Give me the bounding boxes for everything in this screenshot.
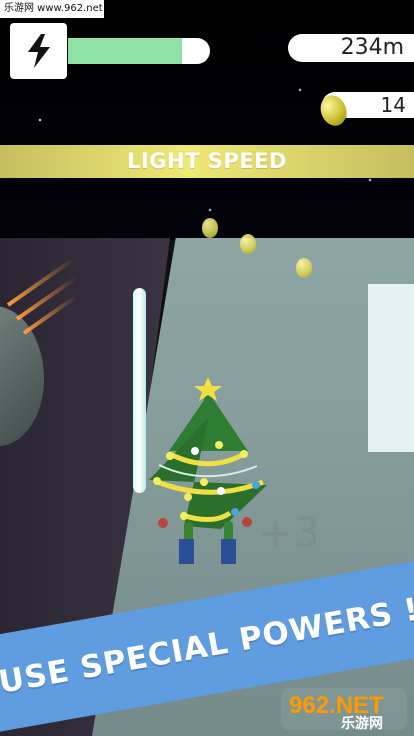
- obstacle-block: [368, 284, 414, 452]
- light-speed-banner: LIGHT SPEED: [0, 145, 414, 178]
- lightning-bolt-icon: [27, 34, 50, 68]
- christmas-tree-player: [149, 377, 267, 564]
- energy-fill: [68, 38, 182, 64]
- floating-coin: [240, 234, 256, 254]
- floating-coin: [202, 218, 218, 238]
- floating-coin: [296, 258, 312, 278]
- site-watermark-top: 乐游网 www.962.net: [0, 0, 104, 18]
- special-power-button[interactable]: [10, 23, 67, 79]
- watermark-sub-text: 乐游网: [341, 715, 383, 731]
- game-screen: 乐游网 www.962.net +3 234m 14 LIGHT SPEED U…: [0, 0, 414, 736]
- site-watermark-bottom: 962.NET 乐游网: [281, 688, 407, 731]
- distance-counter: 234m: [288, 34, 414, 62]
- energy-meter: [68, 38, 210, 64]
